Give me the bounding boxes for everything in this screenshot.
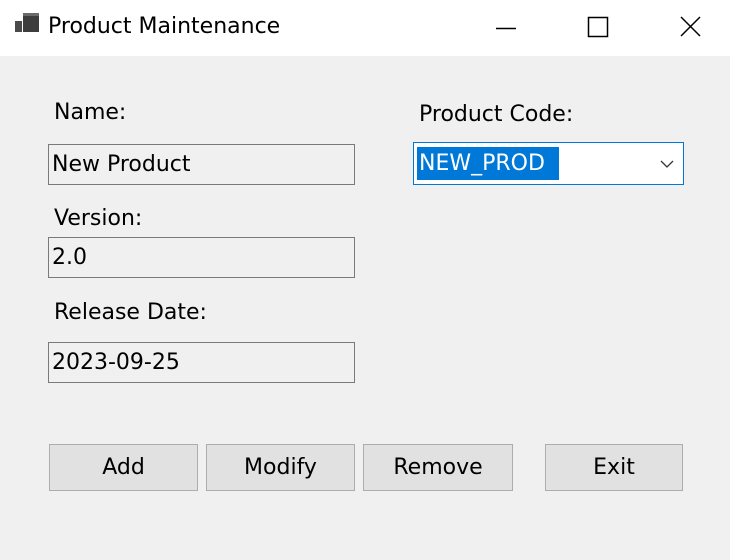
version-field[interactable] xyxy=(48,237,355,278)
title-bar[interactable]: Product Maintenance xyxy=(0,0,730,56)
name-label: Name: xyxy=(54,100,127,125)
release-date-label: Release Date: xyxy=(54,300,207,325)
close-button[interactable] xyxy=(644,0,730,56)
product-code-combobox[interactable]: NEW_PROD xyxy=(413,142,684,185)
minimize-button[interactable] xyxy=(460,0,552,56)
remove-button[interactable]: Remove xyxy=(363,444,513,491)
release-date-field[interactable] xyxy=(48,342,355,383)
modify-button[interactable]: Modify xyxy=(206,444,355,491)
product-code-selected-value: NEW_PROD xyxy=(417,147,559,180)
product-code-label: Product Code: xyxy=(419,102,574,127)
chevron-down-icon[interactable] xyxy=(659,156,675,172)
window-title: Product Maintenance xyxy=(48,14,281,39)
app-window-icon[interactable] xyxy=(15,12,41,34)
version-label: Version: xyxy=(54,206,143,231)
exit-button[interactable]: Exit xyxy=(545,444,683,491)
name-field[interactable] xyxy=(48,144,355,185)
product-maintenance-window: Product Maintenance Name: New Product Pr… xyxy=(0,0,730,560)
add-button[interactable]: Add xyxy=(49,444,198,491)
maximize-button[interactable] xyxy=(552,0,644,56)
